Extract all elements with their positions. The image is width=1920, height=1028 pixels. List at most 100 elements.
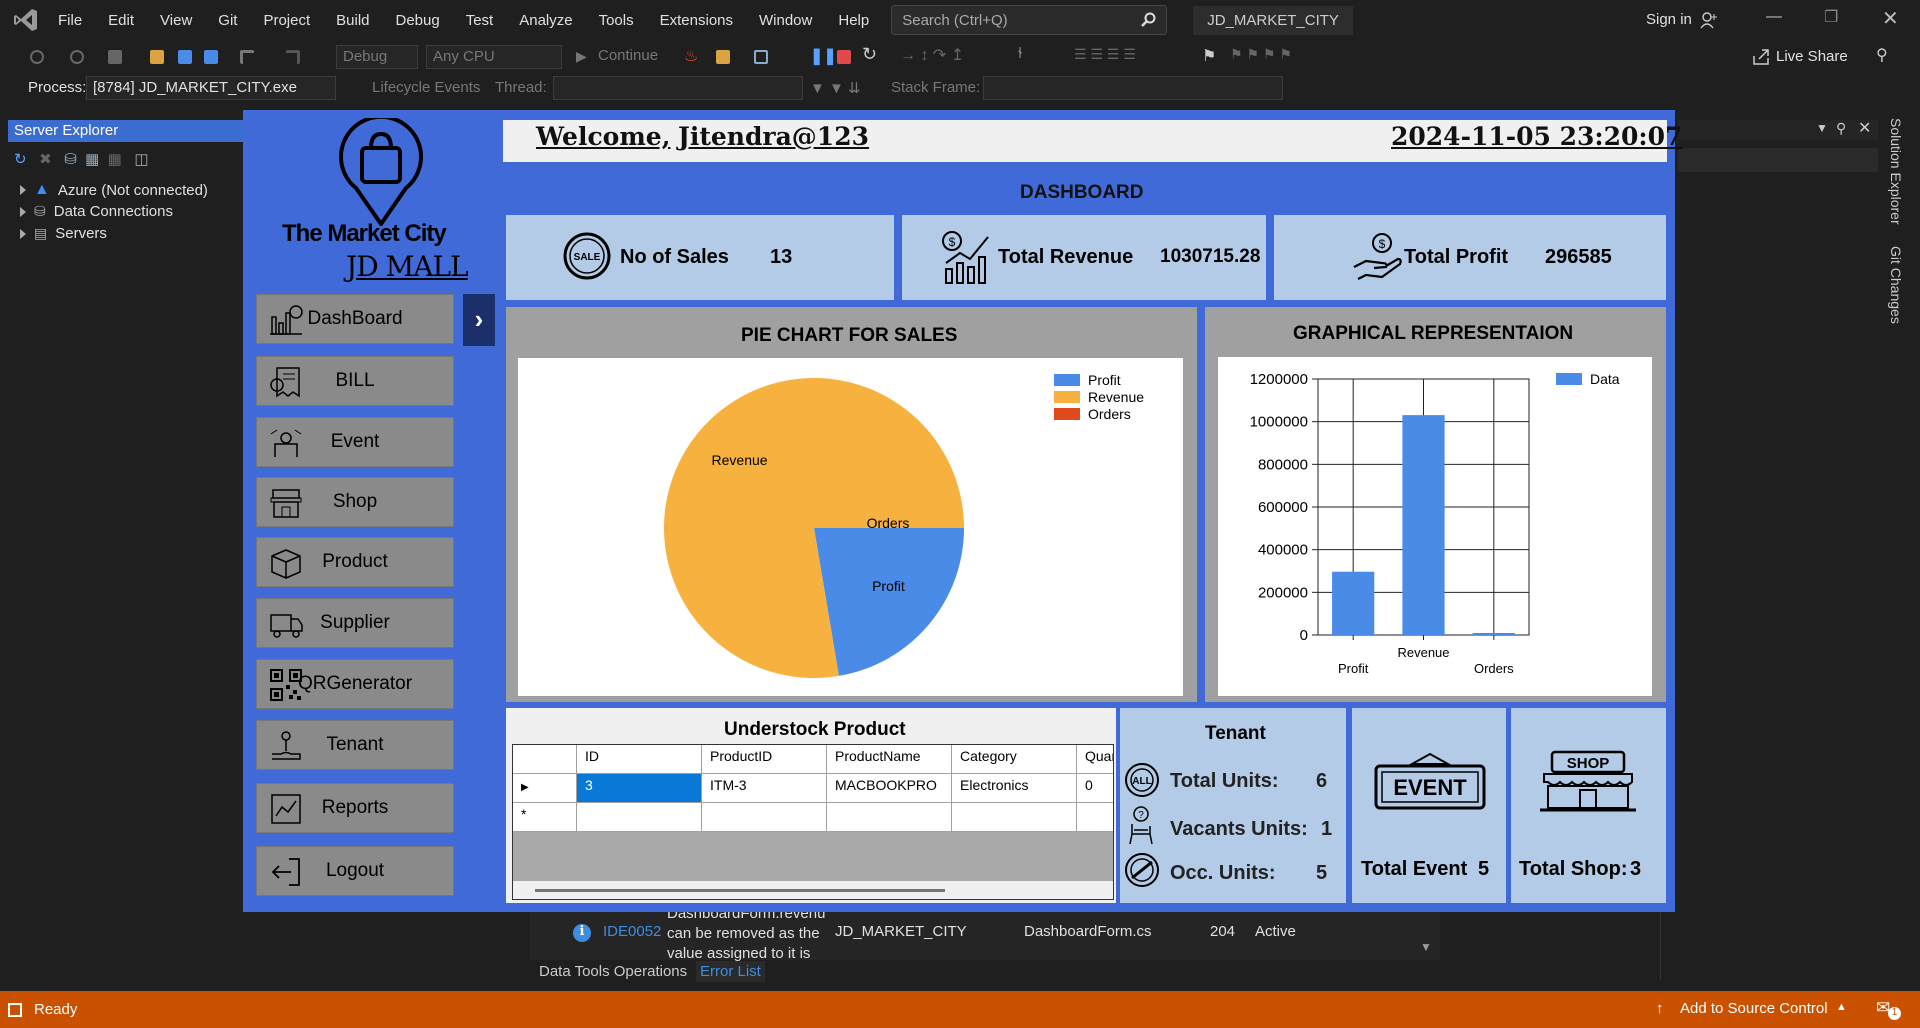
minimize-icon[interactable]: —: [1766, 8, 1782, 26]
menu-tools[interactable]: Tools: [599, 12, 634, 29]
nav-bill-button[interactable]: BILL: [256, 356, 454, 406]
add-account-icon[interactable]: [1700, 11, 1718, 29]
bookmark-nav-icons[interactable]: ⚑ ⚑ ⚑ ⚑: [1230, 46, 1292, 63]
nav-qrgenerator-button[interactable]: QRGenerator: [256, 659, 454, 709]
menu-window[interactable]: Window: [759, 12, 812, 29]
nav-product-button[interactable]: Product: [256, 537, 454, 587]
stop-refresh-icon[interactable]: ✖: [39, 151, 52, 168]
back-icon[interactable]: [30, 50, 44, 64]
bookmark-icon[interactable]: ⚑: [1202, 46, 1216, 66]
tab-solution-explorer[interactable]: Solution Explorer: [1888, 118, 1904, 225]
menu-help[interactable]: Help: [838, 12, 869, 29]
find-in-files-icon[interactable]: [716, 50, 730, 64]
forward-icon[interactable]: [70, 50, 84, 64]
dock-close-icon[interactable]: ✕: [1858, 118, 1871, 138]
sharepoint-icon[interactable]: ▦: [108, 151, 122, 168]
grid-col-header[interactable]: Category: [952, 745, 1077, 774]
nav-logout-button[interactable]: Logout: [256, 846, 454, 896]
restore-icon[interactable]: ❐: [1824, 7, 1838, 27]
live-share-button[interactable]: Live Share: [1776, 48, 1848, 65]
nav-dashboard-button[interactable]: DashBoard: [256, 294, 454, 344]
nav-tenant-button[interactable]: Tenant: [256, 720, 454, 770]
grid-row-selector[interactable]: ▶: [513, 774, 577, 803]
grid-cell[interactable]: MACBOOKPRO: [827, 774, 952, 803]
scroll-down-icon[interactable]: ▼: [1420, 940, 1432, 954]
menu-project[interactable]: Project: [263, 12, 310, 29]
scrollbar-thumb[interactable]: [535, 889, 945, 892]
configuration-select[interactable]: Debug: [336, 45, 418, 69]
collapse-arrow-button[interactable]: ›: [463, 294, 495, 346]
refresh-icon[interactable]: ↻: [14, 151, 27, 168]
restart-icon[interactable]: ↻: [862, 44, 877, 65]
indent-icons[interactable]: ☰ ☰ ☰ ☰: [1074, 46, 1136, 63]
grid-col-header[interactable]: Quan: [1077, 745, 1113, 774]
lifecycle-events-button[interactable]: Lifecycle Events: [372, 79, 480, 96]
undo-icon[interactable]: [240, 50, 254, 64]
save-all-icon[interactable]: [204, 50, 218, 64]
continue-icon[interactable]: ▶: [576, 48, 587, 65]
menu-build[interactable]: Build: [336, 12, 369, 29]
connect-database-icon[interactable]: ⛁: [64, 151, 77, 168]
tree-item-azure[interactable]: ▲ Azure (Not connected): [20, 181, 208, 199]
expand-icon[interactable]: [20, 185, 26, 195]
connect-server-icon[interactable]: ▦: [85, 151, 99, 168]
filter-icon[interactable]: ◫: [134, 151, 148, 168]
continue-button[interactable]: Continue: [598, 47, 658, 64]
nav-reports-button[interactable]: Reports: [256, 783, 454, 833]
open-folder-icon[interactable]: [150, 50, 164, 64]
horizontal-scrollbar[interactable]: [513, 881, 1113, 899]
platform-select[interactable]: Any CPU: [426, 45, 562, 69]
menu-debug[interactable]: Debug: [396, 12, 440, 29]
tree-item-servers[interactable]: ▤ Servers: [20, 225, 107, 242]
grid-col-header[interactable]: ProductID: [702, 745, 827, 774]
live-share-icon[interactable]: [1752, 48, 1770, 66]
grid-cell[interactable]: [827, 803, 952, 832]
tab-data-tools-operations[interactable]: Data Tools Operations: [539, 963, 687, 980]
menu-file[interactable]: File: [58, 12, 82, 29]
error-code-link[interactable]: IDE0052: [603, 923, 661, 940]
grid-cell[interactable]: 0: [1077, 774, 1113, 803]
nav-shop-button[interactable]: Shop: [256, 477, 454, 527]
save-icon[interactable]: [178, 50, 192, 64]
dock-combo[interactable]: [1678, 148, 1878, 172]
grid-cell[interactable]: [702, 803, 827, 832]
stack-frame-select[interactable]: [983, 76, 1283, 100]
grid-cell[interactable]: 3: [577, 774, 702, 803]
hot-reload-icon[interactable]: ♨: [684, 46, 698, 66]
redo-icon[interactable]: [286, 50, 300, 64]
grid-col-header[interactable]: ID: [577, 745, 702, 774]
grid-cell[interactable]: ITM-3: [702, 774, 827, 803]
feedback-icon[interactable]: ⚲: [1876, 45, 1888, 65]
grid-cell[interactable]: [952, 803, 1077, 832]
expand-icon[interactable]: [20, 228, 26, 239]
menu-extensions[interactable]: Extensions: [660, 12, 733, 29]
thread-select[interactable]: [553, 76, 803, 100]
menu-edit[interactable]: Edit: [108, 12, 134, 29]
understock-grid[interactable]: ID ProductID ProductName Category Quan ▶…: [512, 744, 1114, 900]
grid-cell[interactable]: [1077, 803, 1113, 832]
add-to-source-control-button[interactable]: Add to Source Control: [1680, 1000, 1828, 1017]
tab-error-list[interactable]: Error List: [696, 961, 765, 982]
new-item-icon[interactable]: [108, 50, 122, 64]
close-icon[interactable]: ✕: [1882, 6, 1899, 31]
menu-test[interactable]: Test: [466, 12, 494, 29]
hex-display-icon[interactable]: ⫮: [1018, 45, 1022, 63]
expand-icon[interactable]: [20, 206, 26, 217]
menu-git[interactable]: Git: [218, 12, 237, 29]
menu-view[interactable]: View: [160, 12, 192, 29]
grid-cell[interactable]: [577, 803, 702, 832]
pin-icon[interactable]: ⚲: [1836, 120, 1846, 137]
menu-analyze[interactable]: Analyze: [519, 12, 572, 29]
search-input[interactable]: Search (Ctrl+Q): [891, 5, 1168, 35]
browser-icon[interactable]: [754, 50, 768, 64]
stop-icon[interactable]: [837, 50, 851, 64]
nav-event-button[interactable]: Event: [256, 417, 454, 467]
grid-cell[interactable]: Electronics: [952, 774, 1077, 803]
filter-icon[interactable]: ▼ ▼ ⇊: [810, 79, 861, 97]
tab-git-changes[interactable]: Git Changes: [1888, 246, 1904, 324]
process-select[interactable]: [8784] JD_MARKET_CITY.exe: [86, 76, 336, 100]
grid-new-row-selector[interactable]: *: [513, 803, 577, 832]
sign-in-link[interactable]: Sign in: [1646, 11, 1692, 28]
tree-item-data-connections[interactable]: ⛁ Data Connections: [20, 203, 173, 220]
dock-dropdown-icon[interactable]: ▼: [1816, 121, 1828, 135]
